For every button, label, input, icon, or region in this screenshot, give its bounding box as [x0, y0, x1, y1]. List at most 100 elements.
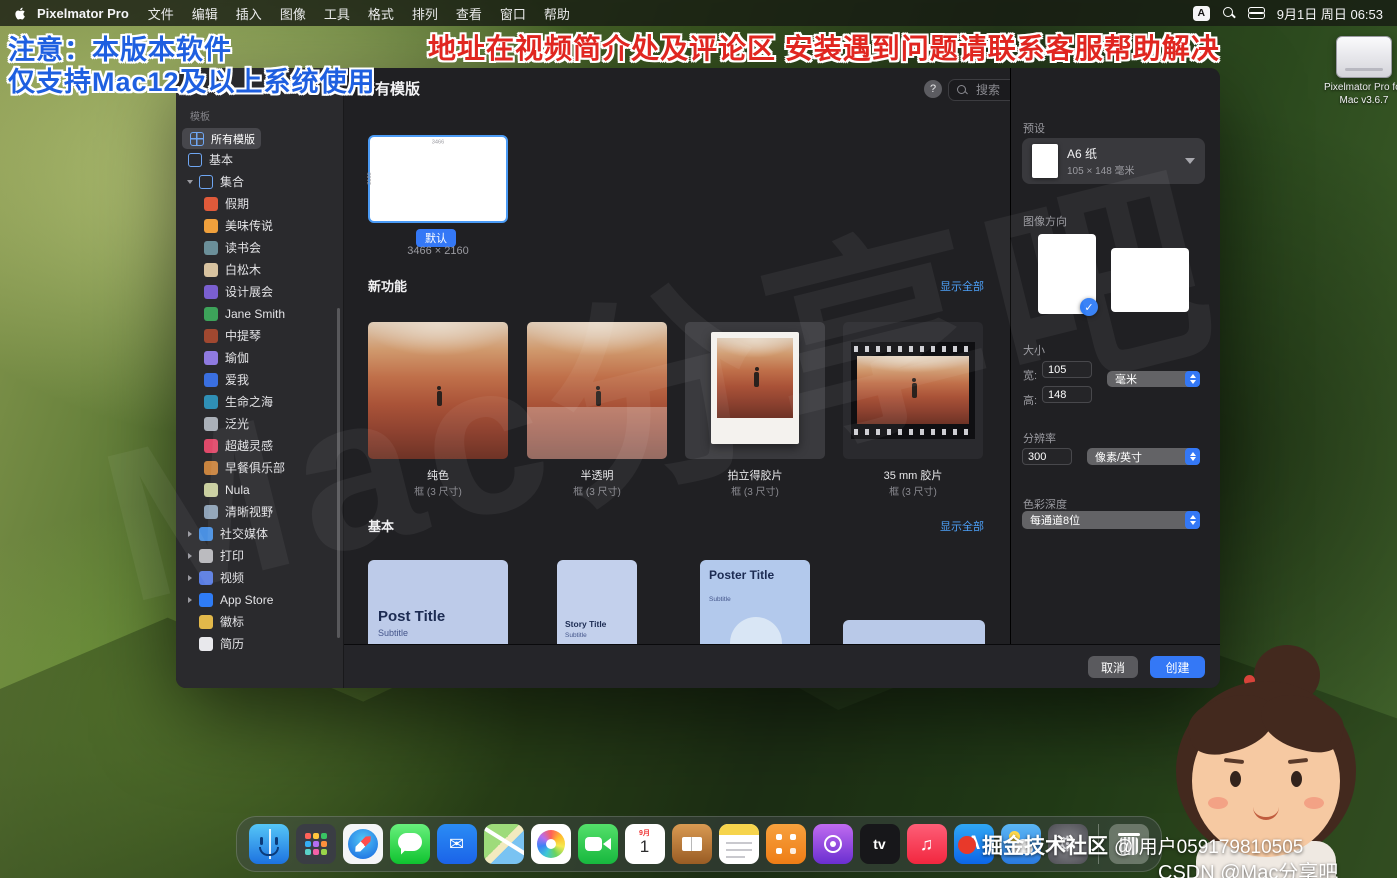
- chevron-right-icon[interactable]: [188, 597, 192, 603]
- menu-help[interactable]: 帮助: [544, 4, 570, 23]
- sidebar-item-book-club[interactable]: 读书会: [198, 237, 337, 258]
- width-input[interactable]: [1042, 361, 1092, 378]
- messages-icon[interactable]: [390, 824, 430, 864]
- music-icon[interactable]: ♫: [907, 824, 947, 864]
- maps-icon[interactable]: [484, 824, 524, 864]
- resume-icon: [199, 637, 213, 651]
- template-card-partial[interactable]: [843, 620, 985, 645]
- template-card-35mm-film[interactable]: [843, 322, 983, 459]
- card-title-text: Poster Title: [709, 569, 774, 582]
- mail-icon[interactable]: ✉: [437, 824, 477, 864]
- tasty-tales-icon: [204, 219, 218, 233]
- template-card-post[interactable]: Post Title Subtitle: [368, 560, 508, 645]
- safari-icon[interactable]: [343, 824, 383, 864]
- sidebar-item-tasty-tales[interactable]: 美味传说: [198, 215, 337, 236]
- template-card-solid-color[interactable]: [368, 322, 508, 459]
- facetime-icon[interactable]: [578, 824, 618, 864]
- chevron-right-icon[interactable]: [188, 531, 192, 537]
- nula-icon: [204, 483, 218, 497]
- sidebar-item-yoga[interactable]: 瑜伽: [198, 347, 337, 368]
- sidebar-item-love-me[interactable]: 爱我: [198, 369, 337, 390]
- calculator-icon[interactable]: [766, 824, 806, 864]
- launchpad-icon[interactable]: [296, 824, 336, 864]
- sidebar-item-print[interactable]: 打印: [182, 545, 337, 566]
- cancel-button[interactable]: 取消: [1088, 656, 1138, 678]
- sidebar-item-flood-light[interactable]: 泛光: [198, 413, 337, 434]
- sidebar-item-beyond-inspiration[interactable]: 超越灵感: [198, 435, 337, 456]
- menu-format[interactable]: 格式: [368, 4, 394, 23]
- control-center-icon[interactable]: [1248, 7, 1264, 19]
- resolution-input[interactable]: [1022, 448, 1072, 465]
- sidebar-item-all-templates[interactable]: 所有模版: [182, 128, 261, 149]
- disk-drive-icon[interactable]: [1336, 36, 1392, 78]
- white-pine-icon: [204, 263, 218, 277]
- sidebar-item-design-expo[interactable]: 设计展会: [198, 281, 337, 302]
- show-all-link-whats-new[interactable]: 显示全部: [940, 278, 984, 294]
- chevron-right-icon[interactable]: [188, 575, 192, 581]
- sidebar-item-sea-of-life[interactable]: 生命之海: [198, 391, 337, 412]
- sidebar-item-jane-smith[interactable]: Jane Smith: [198, 303, 337, 324]
- template-card-poster[interactable]: Poster Title Subtitle: [700, 560, 810, 645]
- resolution-unit-select[interactable]: 像素/英寸: [1087, 448, 1200, 465]
- input-source-icon[interactable]: A: [1193, 6, 1210, 21]
- sidebar-item-white-pine[interactable]: 白松木: [198, 259, 337, 280]
- books-icon[interactable]: [672, 824, 712, 864]
- sidebar-item-app-store[interactable]: App Store: [182, 589, 337, 610]
- sea-of-life-icon: [204, 395, 218, 409]
- menu-image[interactable]: 图像: [280, 4, 306, 23]
- menu-edit[interactable]: 编辑: [192, 4, 218, 23]
- menu-file[interactable]: 文件: [148, 4, 174, 23]
- select-chevrons-icon: [1185, 511, 1200, 529]
- spotlight-search-icon[interactable]: [1223, 7, 1235, 19]
- sidebar-item-resume[interactable]: 简历: [182, 633, 337, 654]
- menu-arrange[interactable]: 排列: [412, 4, 438, 23]
- color-depth-select[interactable]: 每通道8位: [1022, 511, 1200, 529]
- card-title-text: Story Title: [565, 619, 606, 629]
- sidebar-item-collections[interactable]: 集合: [182, 171, 337, 192]
- photos-icon[interactable]: [531, 824, 571, 864]
- translucent-pane: [527, 407, 667, 459]
- sidebar-item-logo[interactable]: 徽标: [182, 611, 337, 632]
- figure-silhouette: [596, 391, 601, 406]
- jane-smith-icon: [204, 307, 218, 321]
- sidebar-item-nula[interactable]: Nula: [198, 479, 337, 500]
- preset-dropdown[interactable]: A6 纸 105 × 148 毫米: [1022, 138, 1205, 184]
- orientation-landscape[interactable]: [1111, 248, 1189, 312]
- notes-icon[interactable]: [719, 824, 759, 864]
- sidebar-scrollbar[interactable]: [337, 308, 340, 638]
- apple-tv-icon[interactable]: tv: [860, 824, 900, 864]
- sidebar-item-social-media[interactable]: 社交媒体: [182, 523, 337, 544]
- show-all-link-basic[interactable]: 显示全部: [940, 518, 984, 534]
- sidebar-item-holiday[interactable]: 假期: [198, 193, 337, 214]
- menu-window[interactable]: 窗口: [500, 4, 526, 23]
- sidebar-item-viola[interactable]: 中提琴: [198, 325, 337, 346]
- card-name: 拍立得胶片: [685, 467, 825, 483]
- template-card-polaroid[interactable]: [685, 322, 825, 459]
- menu-bar: Pixelmator Pro 文件 编辑 插入 图像 工具 格式 排列 查看 窗…: [0, 0, 1397, 26]
- chevron-right-icon[interactable]: [188, 553, 192, 559]
- help-button[interactable]: ?: [924, 80, 942, 98]
- menu-tools[interactable]: 工具: [324, 4, 350, 23]
- sidebar-item-video[interactable]: 视频: [182, 567, 337, 588]
- search-icon: [957, 85, 968, 96]
- height-input[interactable]: [1042, 386, 1092, 403]
- menu-bar-clock[interactable]: 9月1日 周日 06:53: [1277, 4, 1383, 23]
- desktop-disk-image[interactable]: Pixelmator Pro for Mac v3.6.7: [1316, 36, 1397, 107]
- menu-insert[interactable]: 插入: [236, 4, 262, 23]
- chevron-down-icon[interactable]: [187, 180, 193, 184]
- unit-select[interactable]: 毫米: [1107, 371, 1200, 387]
- mouth: [1253, 807, 1279, 820]
- template-card-story[interactable]: Story Title Subtitle: [557, 560, 637, 645]
- default-template-thumbnail[interactable]: 3466 2160: [368, 135, 508, 223]
- sidebar-item-clear-view[interactable]: 清晰视野: [198, 501, 337, 522]
- sidebar-item-breakfast-club[interactable]: 早餐俱乐部: [198, 457, 337, 478]
- apple-menu-icon[interactable]: [14, 6, 27, 21]
- finder-icon[interactable]: [249, 824, 289, 864]
- menu-view[interactable]: 查看: [456, 4, 482, 23]
- active-app-name[interactable]: Pixelmator Pro: [37, 6, 129, 21]
- sidebar-item-basic[interactable]: 基本: [182, 149, 337, 170]
- template-card-translucent[interactable]: [527, 322, 667, 459]
- holiday-icon: [204, 197, 218, 211]
- calendar-icon[interactable]: 9月 1: [625, 824, 665, 864]
- podcasts-icon[interactable]: [813, 824, 853, 864]
